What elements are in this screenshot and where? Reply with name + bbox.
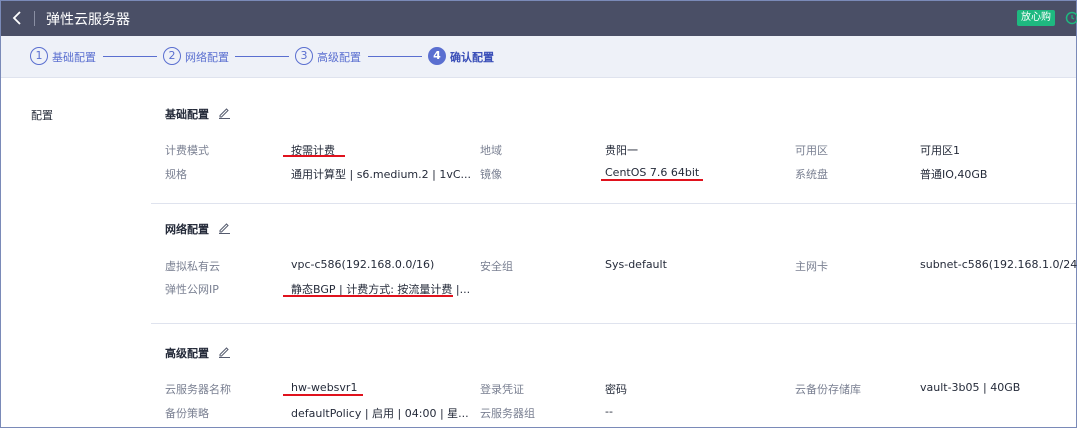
config-section-title: 配置 bbox=[31, 109, 53, 122]
primary-nic-label: 主网卡 bbox=[795, 260, 828, 273]
region-value: 贵阳一 bbox=[605, 144, 638, 157]
section-divider bbox=[151, 203, 1076, 204]
image-label: 镜像 bbox=[480, 168, 502, 181]
network-config-heading: 网络配置 bbox=[165, 223, 209, 236]
step-number: 1 bbox=[30, 47, 48, 65]
section-divider bbox=[151, 323, 1076, 324]
vpc-label: 虚拟私有云 bbox=[165, 260, 220, 273]
image-value: CentOS 7.6 64bit bbox=[605, 166, 700, 179]
login-credential-label: 登录凭证 bbox=[480, 383, 524, 396]
region-label: 地域 bbox=[480, 144, 502, 157]
step-connector bbox=[103, 56, 157, 57]
eip-label: 弹性公网IP bbox=[165, 283, 219, 296]
edit-network-config-icon[interactable] bbox=[218, 221, 231, 234]
step-number: 4 bbox=[428, 47, 446, 65]
highlight-underline bbox=[283, 155, 345, 157]
backup-policy-value: defaultPolicy | 启用 | 04:00 | 星... bbox=[291, 407, 469, 420]
step-number: 3 bbox=[295, 47, 313, 65]
advanced-config-heading: 高级配置 bbox=[165, 347, 209, 360]
billing-mode-label: 计费模式 bbox=[165, 144, 209, 157]
server-name-value: hw-websvr1 bbox=[291, 381, 358, 394]
steps-bar: 1 基础配置 2 网络配置 3 高级配置 4 确认配置 bbox=[1, 36, 1076, 78]
security-group-label: 安全组 bbox=[480, 260, 513, 273]
server-group-label: 云服务器组 bbox=[480, 407, 535, 420]
step-label: 基础配置 bbox=[52, 51, 96, 64]
spec-label: 规格 bbox=[165, 168, 187, 181]
backup-vault-label: 云备份存储库 bbox=[795, 383, 861, 396]
highlight-underline bbox=[283, 295, 453, 297]
backup-vault-value: vault-3b05 | 40GB bbox=[920, 381, 1021, 394]
step-label: 确认配置 bbox=[450, 51, 494, 64]
back-arrow-icon[interactable] bbox=[9, 9, 25, 27]
az-value: 可用区1 bbox=[920, 144, 960, 157]
primary-nic-value: subnet-c586(192.168.1.0/24) bbox=[920, 258, 1077, 271]
backup-policy-label: 备份策略 bbox=[165, 407, 209, 420]
top-bar: 弹性云服务器 放心购 bbox=[1, 1, 1077, 36]
highlight-underline bbox=[283, 394, 363, 396]
step-connector bbox=[235, 56, 289, 57]
login-credential-value: 密码 bbox=[605, 383, 627, 396]
clock-icon[interactable] bbox=[1065, 11, 1077, 25]
spec-value: 通用计算型 | s6.medium.2 | 1vC... bbox=[291, 168, 472, 181]
system-disk-label: 系统盘 bbox=[795, 168, 828, 181]
header-divider bbox=[34, 11, 35, 26]
step-label: 高级配置 bbox=[317, 51, 361, 64]
edit-basic-config-icon[interactable] bbox=[218, 106, 231, 119]
basic-config-heading: 基础配置 bbox=[165, 108, 209, 121]
step-connector bbox=[368, 56, 422, 57]
server-group-value: -- bbox=[605, 405, 613, 418]
highlight-underline bbox=[601, 179, 703, 181]
security-group-value: Sys-default bbox=[605, 258, 667, 271]
trust-badge[interactable]: 放心购 bbox=[1017, 10, 1055, 26]
edit-advanced-config-icon[interactable] bbox=[218, 345, 231, 358]
system-disk-value: 普通IO,40GB bbox=[920, 168, 988, 181]
vpc-value: vpc-c586(192.168.0.0/16) bbox=[291, 258, 435, 271]
server-name-label: 云服务器名称 bbox=[165, 383, 231, 396]
step-label: 网络配置 bbox=[185, 51, 229, 64]
step-number: 2 bbox=[163, 47, 181, 65]
page-title: 弹性云服务器 bbox=[46, 12, 130, 28]
az-label: 可用区 bbox=[795, 144, 828, 157]
